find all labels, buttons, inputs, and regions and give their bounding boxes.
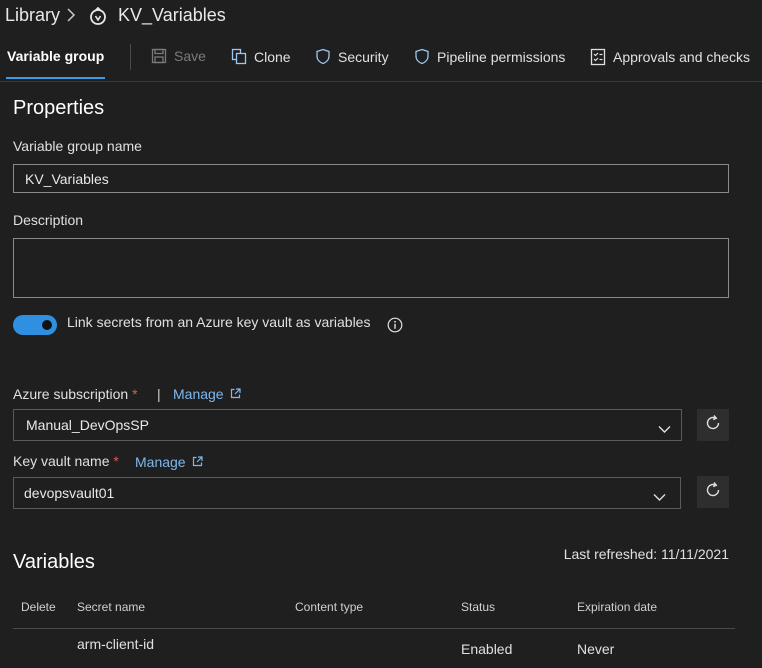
subscription-refresh-button[interactable]: [697, 409, 729, 441]
column-header-content-type: Content type: [295, 600, 364, 614]
required-mark: *: [113, 453, 119, 469]
column-header-secret-name: Secret name: [77, 600, 146, 614]
vault-refresh-button[interactable]: [697, 476, 729, 508]
chevron-down-icon: [653, 489, 666, 505]
security-label: Security: [338, 48, 389, 65]
status-cell: Enabled: [461, 641, 513, 657]
pipeline-permissions-label: Pipeline permissions: [437, 48, 566, 65]
shield-icon: [414, 48, 430, 65]
key-vault-select[interactable]: devopsvault01: [13, 477, 681, 509]
save-icon: [151, 48, 167, 64]
save-button[interactable]: Save: [151, 48, 206, 64]
variable-group-icon: [89, 6, 107, 30]
breadcrumb-library[interactable]: Library: [5, 4, 60, 26]
required-mark: *: [132, 386, 138, 402]
toolbar-bottom-border: [0, 81, 762, 82]
save-label: Save: [174, 48, 206, 64]
secret-name-cell: arm-client-id: [77, 636, 155, 652]
column-header-status: Status: [461, 600, 496, 614]
refresh-icon: [704, 481, 722, 504]
description-label: Description: [13, 212, 84, 228]
security-button[interactable]: Security: [315, 48, 389, 65]
shield-icon: [315, 48, 331, 65]
variable-group-name-input[interactable]: KV_Variables: [13, 164, 729, 193]
info-icon[interactable]: [387, 317, 403, 338]
subscription-value: Manual_DevOpsSP: [26, 417, 149, 433]
azure-subscription-label: Azure subscription *: [13, 386, 138, 402]
link-secrets-label: Link secrets from an Azure key vault as …: [67, 314, 371, 330]
description-input[interactable]: [13, 238, 729, 298]
clone-icon: [231, 48, 247, 65]
column-header-expiration-date: Expiration date: [577, 600, 658, 614]
column-header-delete: Delete: [21, 600, 56, 614]
breadcrumb-current: KV_Variables: [118, 5, 226, 25]
clone-button[interactable]: Clone: [231, 48, 291, 65]
external-link-icon: [230, 386, 241, 402]
variable-group-name-value: KV_Variables: [25, 170, 109, 187]
tab-variable-group[interactable]: Variable group: [7, 48, 104, 64]
pipeline-permissions-button[interactable]: Pipeline permissions: [414, 48, 565, 65]
clone-label: Clone: [254, 48, 291, 65]
link-secrets-toggle[interactable]: [13, 315, 57, 335]
toggle-knob: [42, 320, 52, 330]
manage-label: Manage: [173, 386, 224, 402]
active-tab-indicator: [6, 77, 105, 79]
external-link-icon: [192, 454, 203, 470]
refresh-icon: [704, 414, 722, 437]
chevron-right-icon: [66, 8, 76, 27]
vault-value: devopsvault01: [24, 485, 115, 501]
chevron-down-icon: [658, 421, 671, 437]
variable-group-name-label: Variable group name: [13, 138, 142, 154]
vault-manage-link[interactable]: Manage: [135, 454, 203, 470]
approvals-checks-label: Approvals and checks: [613, 49, 750, 65]
key-vault-name-label: Key vault name *: [13, 453, 119, 469]
azure-subscription-select[interactable]: Manual_DevOpsSP: [13, 409, 682, 441]
properties-heading: Properties: [13, 97, 105, 119]
toolbar-divider: [130, 44, 131, 70]
label-divider: |: [157, 386, 161, 402]
expiration-cell: Never: [577, 641, 615, 657]
table-row[interactable]: arm-client-id Enabled Never: [13, 629, 735, 668]
variables-heading: Variables: [13, 551, 95, 573]
checklist-icon: [590, 48, 606, 66]
manage-label: Manage: [135, 454, 186, 470]
last-refreshed-text: Last refreshed: 11/11/2021: [563, 546, 729, 562]
approvals-checks-button[interactable]: Approvals and checks: [590, 48, 750, 66]
subscription-manage-link[interactable]: Manage: [173, 386, 241, 402]
